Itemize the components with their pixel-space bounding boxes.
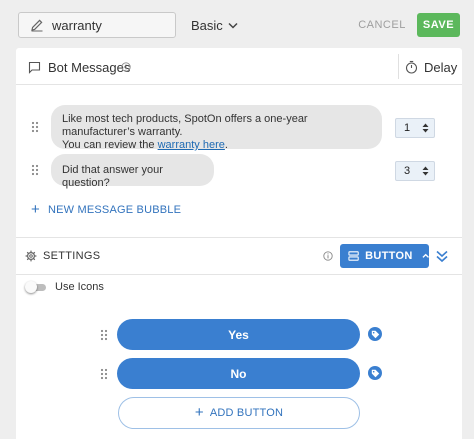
up-down-arrows-icon <box>422 123 429 133</box>
message-text-line2: You can review the warranty here. <box>62 139 371 152</box>
message-bubble[interactable]: Like most tech products, SpotOn offers a… <box>51 105 382 152</box>
double-chevron-down-icon[interactable] <box>435 249 449 263</box>
delay-stepper[interactable]: 1 <box>395 118 435 138</box>
tag-button[interactable] <box>368 366 382 380</box>
message-text-line1: Like most tech products, SpotOn offers a… <box>62 113 308 138</box>
info-icon[interactable] <box>323 251 333 261</box>
message-text: Did that answer your question? <box>62 164 163 189</box>
warranty-link[interactable]: warranty here <box>158 139 225 151</box>
new-message-bubble-button[interactable]: + NEW MESSAGE BUBBLE <box>31 201 182 218</box>
type-select[interactable]: Basic <box>191 15 238 35</box>
button-type-select[interactable]: BUTTON <box>340 244 429 268</box>
tag-icon <box>371 369 379 377</box>
drag-handle-icon[interactable] <box>31 121 39 133</box>
up-down-arrows-icon <box>422 166 429 176</box>
delay-label: Delay <box>405 58 457 76</box>
section-divider <box>16 274 462 275</box>
delay-stepper[interactable]: 3 <box>395 161 435 181</box>
info-icon[interactable] <box>121 62 131 72</box>
tag-button[interactable] <box>368 327 382 341</box>
bot-messages-title-text: Bot Messages <box>48 59 131 75</box>
message-text-prefix: You can review the <box>62 139 158 151</box>
chat-bubble-icon <box>28 61 41 74</box>
drag-handle-icon[interactable] <box>31 164 39 176</box>
settings-toggle[interactable]: SETTINGS <box>25 248 100 264</box>
plus-icon: + <box>31 201 40 218</box>
stopwatch-icon <box>405 60 418 74</box>
name-field[interactable]: warranty <box>18 12 176 38</box>
plus-icon: + <box>194 404 204 421</box>
add-button[interactable]: + ADD BUTTON <box>118 397 360 429</box>
use-icons-toggle[interactable] <box>25 281 47 293</box>
new-message-bubble-label: NEW MESSAGE BUBBLE <box>47 204 182 216</box>
toggle-knob <box>25 281 37 293</box>
response-button-yes[interactable]: Yes <box>117 319 360 350</box>
button-layout-icon <box>348 251 359 261</box>
response-button-no[interactable]: No <box>117 358 360 389</box>
add-button-label: ADD BUTTON <box>209 407 284 419</box>
delay-value: 3 <box>404 165 411 177</box>
header-divider <box>398 54 399 79</box>
drag-handle-icon[interactable] <box>100 329 108 341</box>
cancel-button[interactable]: CANCEL <box>353 14 411 36</box>
tag-icon <box>371 330 379 338</box>
chevron-down-icon <box>228 22 238 29</box>
section-divider <box>16 237 462 238</box>
type-select-value: Basic <box>191 17 223 33</box>
use-icons-label: Use Icons <box>55 281 104 293</box>
drag-handle-icon[interactable] <box>100 368 108 380</box>
delay-value: 1 <box>404 122 411 134</box>
settings-label: SETTINGS <box>43 250 101 262</box>
delay-label-text: Delay <box>424 59 458 75</box>
pencil-icon <box>31 19 43 32</box>
gear-icon <box>25 250 37 262</box>
bot-messages-title: Bot Messages <box>28 58 130 76</box>
name-field-value: warranty <box>52 17 102 33</box>
message-bubble[interactable]: Did that answer your question? <box>51 154 214 189</box>
message-text-suffix: . <box>224 139 228 151</box>
save-button[interactable]: SAVE <box>417 13 460 37</box>
chevron-up-icon <box>422 253 429 258</box>
button-type-label: BUTTON <box>365 250 413 262</box>
